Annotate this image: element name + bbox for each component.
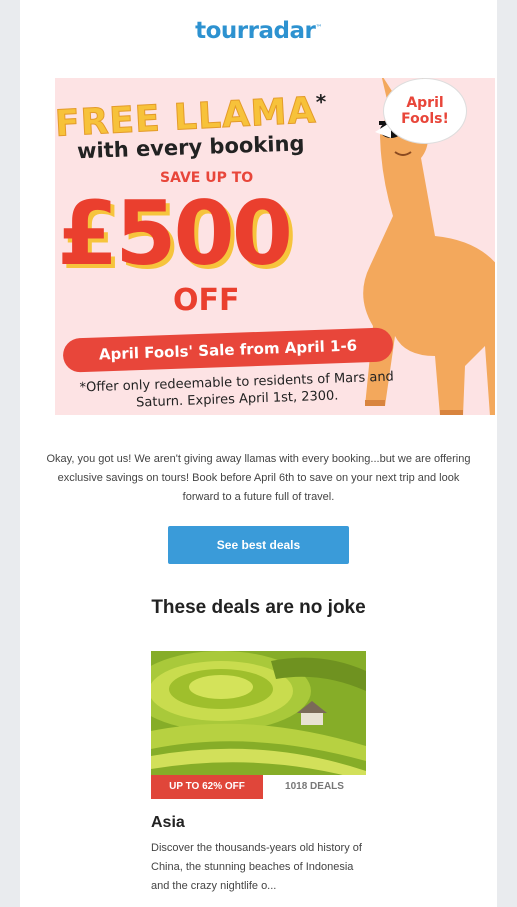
- speech-bubble: April Fools!: [383, 78, 467, 144]
- deal-title[interactable]: Asia: [151, 814, 185, 832]
- intro-text: Okay, you got us! We aren't giving away …: [46, 453, 471, 503]
- brand-logo[interactable]: tourradar™: [20, 18, 497, 44]
- see-best-deals-button[interactable]: See best deals: [168, 526, 349, 564]
- deals-count: 1018 DEALS: [263, 775, 366, 799]
- off-label: OFF: [173, 283, 240, 318]
- logo-text: tourradar: [195, 18, 316, 44]
- discount-amount: £500: [57, 182, 293, 285]
- email-container: tourradar™ April Fools! FREE LLAMA* with…: [20, 0, 497, 907]
- deal-card[interactable]: UP TO 62% OFF 1018 DEALS Asia Discover t…: [151, 651, 366, 907]
- hero-banner[interactable]: April Fools! FREE LLAMA* with every book…: [55, 78, 495, 415]
- section-title: These deals are no joke: [151, 597, 366, 618]
- deal-description: Discover the thousands-years old history…: [151, 842, 362, 892]
- logo-trademark: ™: [315, 23, 322, 32]
- hero-title-asterisk: *: [315, 89, 328, 115]
- discount-badge: UP TO 62% OFF: [151, 775, 263, 799]
